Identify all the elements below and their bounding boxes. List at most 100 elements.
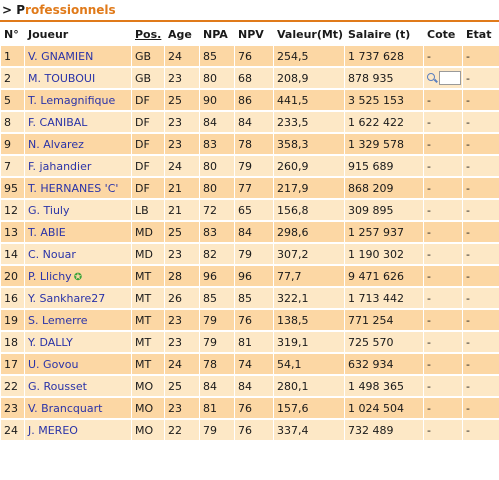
player-position: DF bbox=[132, 112, 164, 132]
player-number: 19 bbox=[1, 310, 24, 330]
player-name[interactable]: V. GNAMIEN bbox=[25, 46, 131, 66]
player-value: 441,5 bbox=[274, 90, 344, 110]
table-row: 1 V. GNAMIEN GB 24 85 76 254,5 1 737 628- - bbox=[1, 46, 499, 66]
player-npa: 79 bbox=[200, 310, 234, 330]
player-number: 16 bbox=[1, 288, 24, 308]
player-name[interactable]: Y. Sankhare27 bbox=[25, 288, 131, 308]
player-number: 18 bbox=[1, 332, 24, 352]
player-etat: - bbox=[463, 156, 499, 176]
player-position: DF bbox=[132, 156, 164, 176]
player-npa: 85 bbox=[200, 288, 234, 308]
player-name[interactable]: F. CANIBAL bbox=[25, 112, 131, 132]
player-number: 1 bbox=[1, 46, 24, 66]
player-salary: 732 489 bbox=[345, 420, 423, 440]
player-age: 21 bbox=[165, 200, 199, 220]
player-name[interactable]: T. Lemagnifique bbox=[25, 90, 131, 110]
player-cote: - bbox=[424, 90, 462, 110]
player-name[interactable]: S. Lemerre bbox=[25, 310, 131, 330]
player-value: 337,4 bbox=[274, 420, 344, 440]
player-position: DF bbox=[132, 178, 164, 198]
player-number: 23 bbox=[1, 398, 24, 418]
col-header-cote: Cote bbox=[424, 25, 462, 44]
player-name[interactable]: N. Alvarez bbox=[25, 134, 131, 154]
player-npa: 78 bbox=[200, 354, 234, 374]
player-cote: - bbox=[424, 398, 462, 418]
player-name[interactable]: T. ABIE bbox=[25, 222, 131, 242]
player-value: 358,3 bbox=[274, 134, 344, 154]
player-value: 319,1 bbox=[274, 332, 344, 352]
player-npa: 80 bbox=[200, 178, 234, 198]
player-etat: - bbox=[463, 200, 499, 220]
player-position: MT bbox=[132, 266, 164, 286]
player-cote: - bbox=[424, 46, 462, 66]
col-header-number: N° bbox=[1, 25, 24, 44]
player-name[interactable]: P. Llichy ✪ bbox=[25, 266, 131, 286]
player-cote: - bbox=[424, 156, 462, 176]
player-npa: 81 bbox=[200, 398, 234, 418]
player-number: 95 bbox=[1, 178, 24, 198]
player-number: 7 bbox=[1, 156, 24, 176]
cote-input[interactable] bbox=[439, 71, 461, 85]
col-header-npv: NPV bbox=[235, 25, 273, 44]
player-npa: 83 bbox=[200, 222, 234, 242]
player-position: DF bbox=[132, 134, 164, 154]
player-etat: - bbox=[463, 354, 499, 374]
col-header-salary: Salaire (t) bbox=[345, 25, 423, 44]
section-header: > Professionnels bbox=[0, 0, 499, 22]
player-value: 54,1 bbox=[274, 354, 344, 374]
player-cote: - bbox=[424, 332, 462, 352]
player-npa: 90 bbox=[200, 90, 234, 110]
player-position: DF bbox=[132, 90, 164, 110]
player-name[interactable]: T. HERNANES 'C' bbox=[25, 178, 131, 198]
player-name[interactable]: F. jahandier bbox=[25, 156, 131, 176]
player-npv: 96 bbox=[235, 266, 273, 286]
player-npa: 80 bbox=[200, 156, 234, 176]
player-etat: - bbox=[463, 420, 499, 440]
player-name[interactable]: V. Brancquart bbox=[25, 398, 131, 418]
player-salary: 1 713 442 bbox=[345, 288, 423, 308]
col-header-position[interactable]: Pos. bbox=[132, 25, 164, 44]
player-name[interactable]: M. TOUBOUI bbox=[25, 68, 131, 88]
section-arrow: > bbox=[2, 3, 13, 17]
player-cote: - bbox=[424, 354, 462, 374]
player-salary: 878 935 bbox=[345, 68, 423, 88]
player-name[interactable]: Y. DALLY bbox=[25, 332, 131, 352]
player-name[interactable]: G. Tiuly bbox=[25, 200, 131, 220]
table-row: 9 N. Alvarez DF 23 83 78 358,3 1 329 578- - bbox=[1, 134, 499, 154]
player-npv: 76 bbox=[235, 420, 273, 440]
player-npa: 83 bbox=[200, 134, 234, 154]
player-npv: 65 bbox=[235, 200, 273, 220]
player-age: 23 bbox=[165, 68, 199, 88]
player-position: MO bbox=[132, 398, 164, 418]
player-etat: - bbox=[463, 310, 499, 330]
player-etat: - bbox=[463, 178, 499, 198]
player-etat: - bbox=[463, 112, 499, 132]
player-name[interactable]: G. Rousset bbox=[25, 376, 131, 396]
player-position: GB bbox=[132, 46, 164, 66]
player-age: 25 bbox=[165, 222, 199, 242]
player-age: 21 bbox=[165, 178, 199, 198]
player-name[interactable]: U. Govou bbox=[25, 354, 131, 374]
player-npv: 76 bbox=[235, 398, 273, 418]
player-position: GB bbox=[132, 68, 164, 88]
player-cote: - bbox=[424, 420, 462, 440]
player-name[interactable]: J. MEREO bbox=[25, 420, 131, 440]
magnifier-icon[interactable] bbox=[427, 73, 437, 83]
player-value: 138,5 bbox=[274, 310, 344, 330]
player-salary: 1 737 628 bbox=[345, 46, 423, 66]
table-row: 5 T. Lemagnifique DF 25 90 86 441,5 3 525 153- - bbox=[1, 90, 499, 110]
col-header-etat: Etat bbox=[463, 25, 499, 44]
player-position: MD bbox=[132, 222, 164, 242]
player-position: MT bbox=[132, 288, 164, 308]
players-table: N° Joueur Pos. Age NPA NPV Valeur(Mt) Sa… bbox=[0, 23, 499, 442]
player-value: 233,5 bbox=[274, 112, 344, 132]
table-row: 7 F. jahandier DF 24 80 79 260,9 915 689- - bbox=[1, 156, 499, 176]
player-npa: 72 bbox=[200, 200, 234, 220]
player-name[interactable]: C. Nouar bbox=[25, 244, 131, 264]
player-npv: 79 bbox=[235, 156, 273, 176]
player-age: 28 bbox=[165, 266, 199, 286]
table-row: 24 J. MEREO MO 22 79 76 337,4 732 489- - bbox=[1, 420, 499, 440]
player-etat: - bbox=[463, 222, 499, 242]
player-cote: - bbox=[424, 178, 462, 198]
player-number: 20 bbox=[1, 266, 24, 286]
